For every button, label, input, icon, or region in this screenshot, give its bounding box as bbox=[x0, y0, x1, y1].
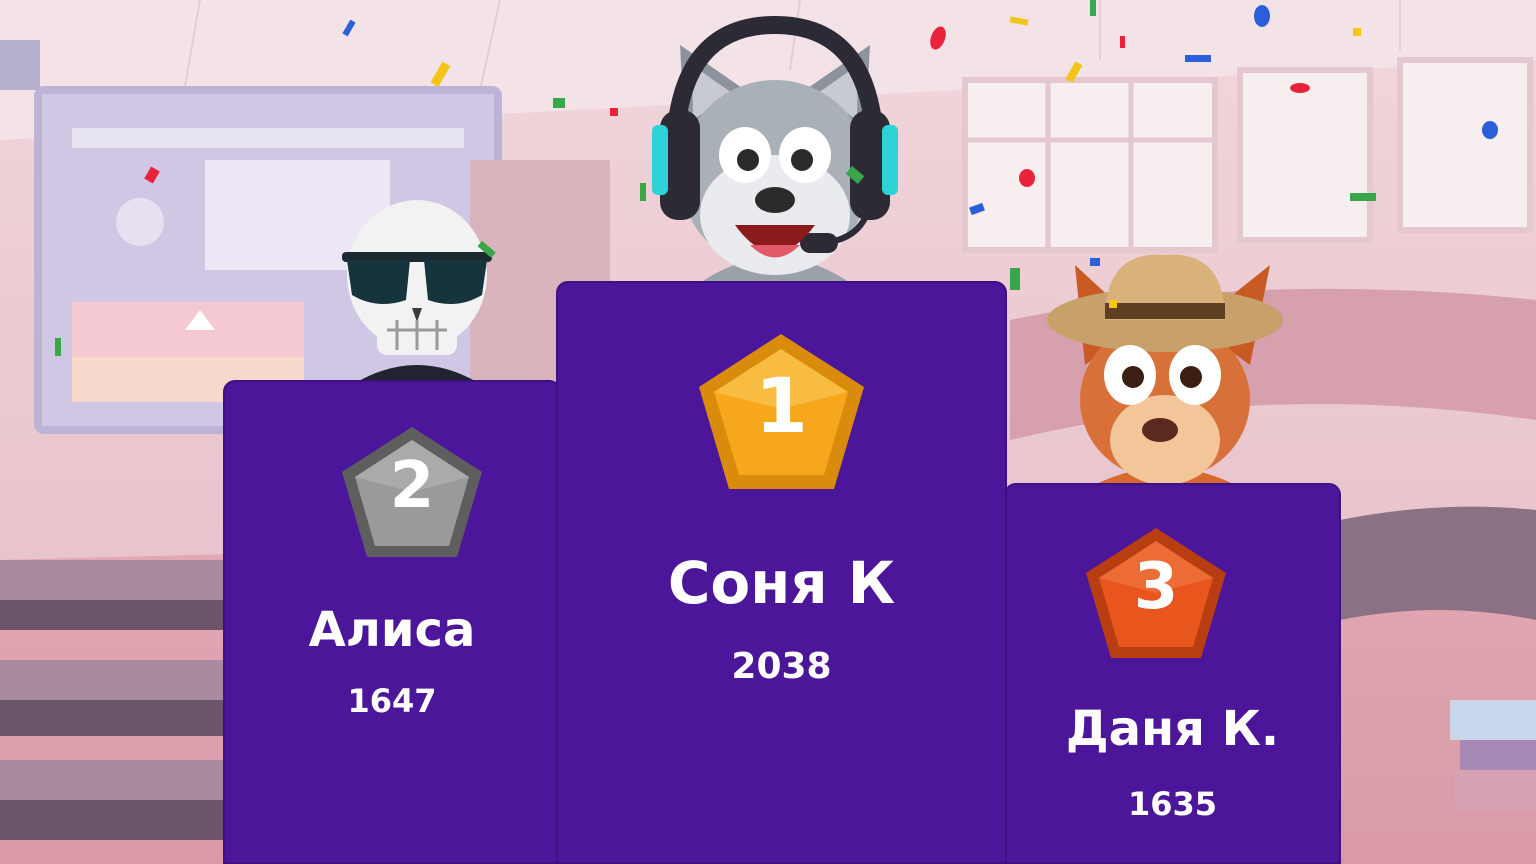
rank-number-third: 3 bbox=[1133, 550, 1179, 624]
rank-number-first: 1 bbox=[755, 361, 808, 450]
wolf-with-headset-avatar bbox=[652, 15, 898, 290]
podium-third-place: 3 Даня К. 1635 bbox=[1004, 483, 1341, 864]
rank-badge-third: 3 bbox=[1081, 523, 1231, 663]
podium-first-place: 1 Соня К 2038 bbox=[556, 281, 1007, 864]
player-score-second: 1647 bbox=[347, 682, 437, 720]
rank-number-second: 2 bbox=[389, 449, 435, 523]
player-name-first: Соня К bbox=[667, 549, 896, 617]
squirrel-with-cowboy-hat-avatar bbox=[1047, 254, 1283, 490]
podium-second-place: 2 Алиса 1647 bbox=[223, 380, 561, 864]
player-name-second: Алиса bbox=[308, 602, 476, 658]
player-name-third: Даня К. bbox=[1065, 701, 1280, 757]
leaderboard-scene: 2 Алиса 1647 3 Даня К. 1635 1 Соня К 203… bbox=[0, 0, 1536, 864]
player-score-third: 1635 bbox=[1127, 785, 1218, 823]
rank-badge-first: 1 bbox=[694, 329, 869, 494]
rank-badge-second: 2 bbox=[337, 422, 487, 562]
skull-with-sunglasses-avatar bbox=[342, 200, 492, 385]
player-score-first: 2038 bbox=[731, 646, 832, 687]
